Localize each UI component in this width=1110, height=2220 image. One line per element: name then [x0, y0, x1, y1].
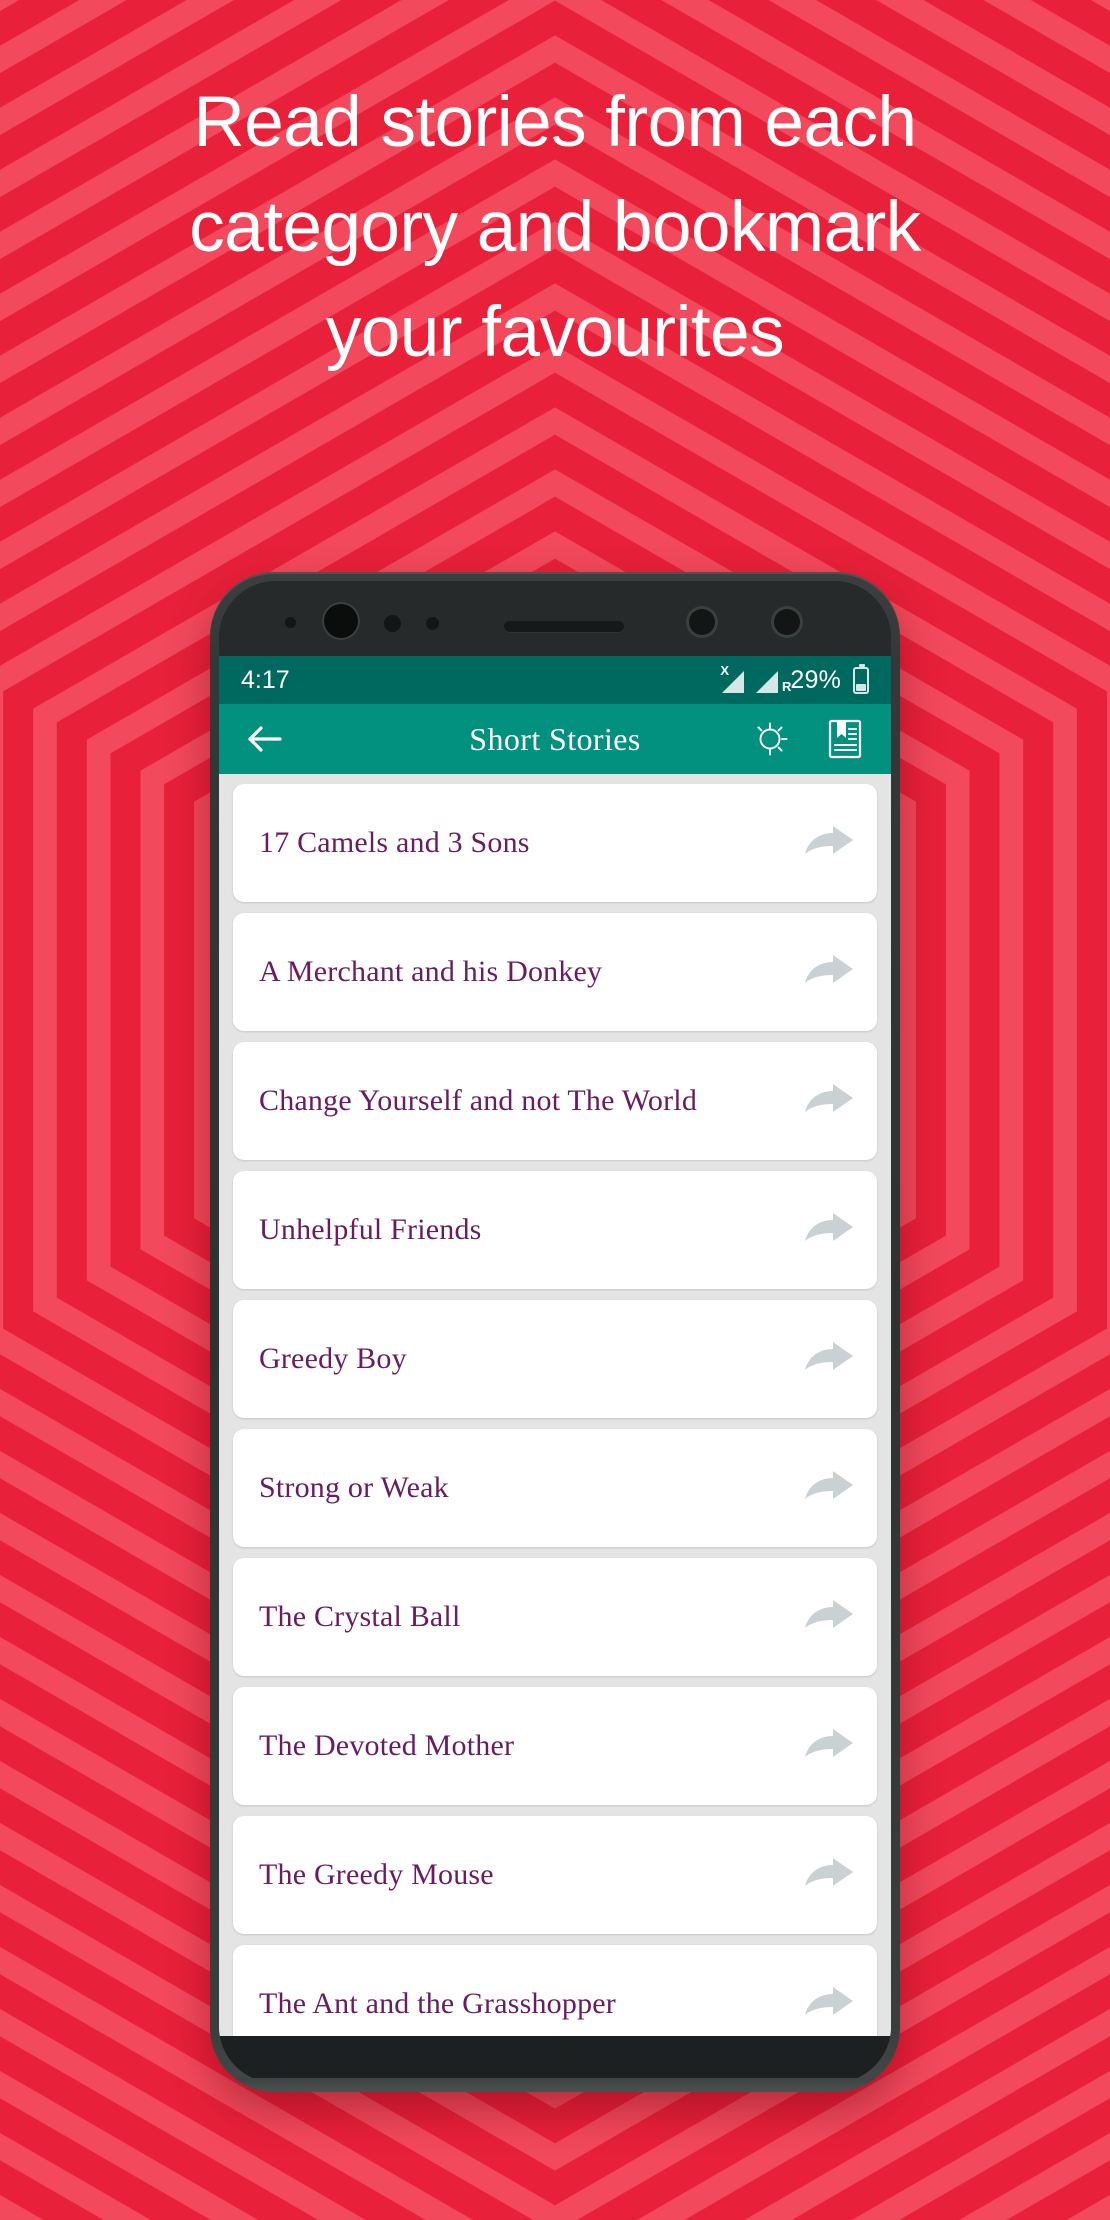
share-arrow-icon — [805, 1342, 853, 1370]
proximity-sensor-icon — [384, 615, 401, 632]
share-arrow-icon — [805, 1600, 853, 1628]
share-arrow-icon — [805, 1471, 853, 1499]
status-clock: 4:17 — [241, 665, 290, 694]
story-list[interactable]: 17 Camels and 3 Sons A Merchant and his … — [219, 774, 891, 2036]
story-share-button[interactable] — [803, 952, 855, 992]
day-night-toggle-button[interactable] — [747, 715, 795, 763]
iris-scanner-icon — [774, 609, 800, 635]
story-share-button[interactable] — [803, 1726, 855, 1766]
share-arrow-icon — [805, 1213, 853, 1241]
story-title: Unhelpful Friends — [259, 1213, 482, 1246]
phone-bottom-edge — [210, 2078, 900, 2092]
share-arrow-icon — [805, 955, 853, 983]
story-share-button[interactable] — [803, 1210, 855, 1250]
share-arrow-icon — [805, 1729, 853, 1757]
phone-bottom-bezel — [219, 2036, 891, 2083]
earpiece-speaker-icon — [504, 621, 624, 632]
front-camera-icon — [324, 604, 358, 638]
light-sensor-icon — [426, 617, 439, 630]
story-title: A Merchant and his Donkey — [259, 955, 603, 988]
headline-line-2: category and bookmark — [189, 188, 921, 267]
share-arrow-icon — [805, 1987, 853, 2015]
story-title: 17 Camels and 3 Sons — [259, 826, 530, 859]
sun-moon-icon — [757, 722, 788, 756]
arrow-left-icon — [248, 726, 282, 752]
story-title: Greedy Boy — [259, 1342, 407, 1375]
story-title: Strong or Weak — [259, 1471, 449, 1504]
phone-screen-frame: 4:17 X R 29% Short Stories 17 Camels and… — [219, 581, 891, 2083]
sensor-dot-icon — [285, 617, 296, 628]
signal-bars-2-icon: R — [756, 667, 791, 693]
story-title: The Ant and the Grasshopper — [259, 1987, 616, 2020]
story-title: The Crystal Ball — [259, 1600, 461, 1633]
phone-top-bezel — [219, 581, 891, 656]
story-list-item[interactable]: A Merchant and his Donkey — [233, 913, 877, 1031]
story-share-button[interactable] — [803, 823, 855, 863]
share-arrow-icon — [805, 826, 853, 854]
story-title: The Devoted Mother — [259, 1729, 515, 1762]
app-toolbar: Short Stories — [219, 704, 891, 774]
status-bar: 4:17 X R 29% — [219, 656, 891, 704]
back-button[interactable] — [241, 715, 289, 763]
share-arrow-icon — [805, 1084, 853, 1112]
phone-mockup: 4:17 X R 29% Short Stories 17 Camels and… — [210, 572, 900, 2092]
page-title: Read stories from each category and book… — [0, 70, 1110, 385]
bookmarks-button[interactable] — [821, 715, 869, 763]
headline-line-1: Read stories from each — [193, 83, 918, 162]
story-share-button[interactable] — [803, 1984, 855, 2024]
story-title: The Greedy Mouse — [259, 1858, 494, 1891]
bookmark-document-icon — [828, 719, 862, 759]
share-arrow-icon — [805, 1858, 853, 1886]
headline-line-3: your favourites — [325, 293, 785, 372]
story-list-item[interactable]: Strong or Weak — [233, 1429, 877, 1547]
story-list-item[interactable]: The Devoted Mother — [233, 1687, 877, 1805]
phone-screen: 4:17 X R 29% Short Stories 17 Camels and… — [219, 656, 891, 2036]
battery-percent-label: 29% — [790, 665, 841, 694]
story-list-item[interactable]: The Crystal Ball — [233, 1558, 877, 1676]
story-list-item[interactable]: The Ant and the Grasshopper — [233, 1945, 877, 2036]
story-title: Change Yourself and not The World — [259, 1084, 698, 1117]
story-list-item[interactable]: Change Yourself and not The World — [233, 1042, 877, 1160]
story-list-item[interactable]: The Greedy Mouse — [233, 1816, 877, 1934]
signal-bars-1-icon: X — [720, 664, 747, 693]
story-list-item[interactable]: 17 Camels and 3 Sons — [233, 784, 877, 902]
story-share-button[interactable] — [803, 1855, 855, 1895]
story-share-button[interactable] — [803, 1597, 855, 1637]
story-share-button[interactable] — [803, 1081, 855, 1121]
story-share-button[interactable] — [803, 1468, 855, 1508]
ir-camera-icon — [689, 609, 715, 635]
story-share-button[interactable] — [803, 1339, 855, 1379]
story-list-item[interactable]: Greedy Boy — [233, 1300, 877, 1418]
status-indicators: X R 29% — [720, 663, 869, 695]
battery-icon — [853, 663, 869, 694]
story-list-item[interactable]: Unhelpful Friends — [233, 1171, 877, 1289]
